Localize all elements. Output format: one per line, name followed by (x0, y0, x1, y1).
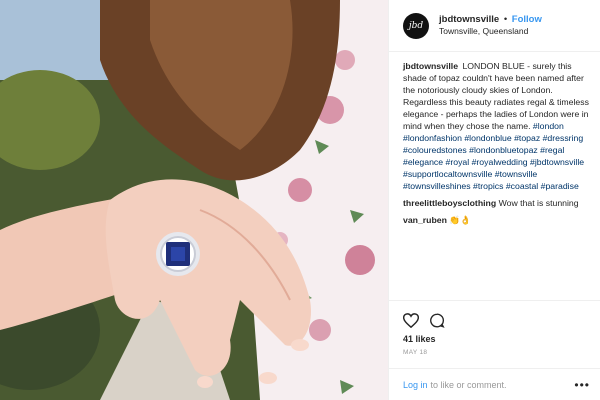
comment-text: 👏👌 (449, 215, 471, 225)
post-date: MAY 18 (403, 349, 428, 356)
more-options-icon[interactable]: ••• (574, 378, 590, 392)
caption-username[interactable]: jbdtownsville (403, 61, 458, 71)
header-username[interactable]: jbdtownsville (439, 14, 499, 25)
login-link[interactable]: Log in (403, 380, 428, 390)
avatar[interactable]: jbd (403, 12, 429, 39)
ring (156, 232, 200, 276)
post-header: jbd jbdtownsville • Follow Townsville, Q… (389, 0, 600, 52)
like-count[interactable]: 41 likes (403, 334, 586, 344)
instagram-post: jbd jbdtownsville • Follow Townsville, Q… (0, 0, 600, 400)
post-side-panel: jbd jbdtownsville • Follow Townsville, Q… (388, 0, 600, 400)
login-prompt: to like or comment. (430, 379, 507, 390)
comment-item: van_ruben 👏👌 (403, 214, 590, 226)
header-top-line: jbdtownsville • Follow (439, 14, 542, 26)
comment-username[interactable]: van_ruben (403, 215, 447, 225)
caption: jbdtownsville LONDON BLUE - surely this … (403, 60, 590, 192)
post-photo[interactable] (0, 0, 388, 400)
heart-icon[interactable] (402, 313, 420, 331)
header-text: jbdtownsville • Follow Townsville, Queen… (439, 14, 542, 37)
location-link[interactable]: Townsville, Queensland (439, 26, 542, 37)
comment-text: Wow that is stunning (498, 198, 579, 208)
comments-area: jbdtownsville LONDON BLUE - surely this … (389, 52, 600, 300)
action-icons (402, 301, 586, 331)
caption-hashtags[interactable]: #london #londonfashion #londonblue #topa… (403, 121, 584, 191)
comment-username[interactable]: threelittleboysclothing (403, 198, 496, 208)
photo-illustration (0, 0, 388, 400)
post-actions: 41 likes MAY 18 (389, 300, 600, 368)
comment-item: threelittleboysclothing Wow that is stun… (403, 197, 590, 209)
comment-icon[interactable] (429, 313, 445, 331)
separator-dot: • (503, 14, 508, 26)
follow-button[interactable]: Follow (512, 14, 542, 25)
login-bar: Log in to like or comment. ••• (389, 368, 600, 400)
